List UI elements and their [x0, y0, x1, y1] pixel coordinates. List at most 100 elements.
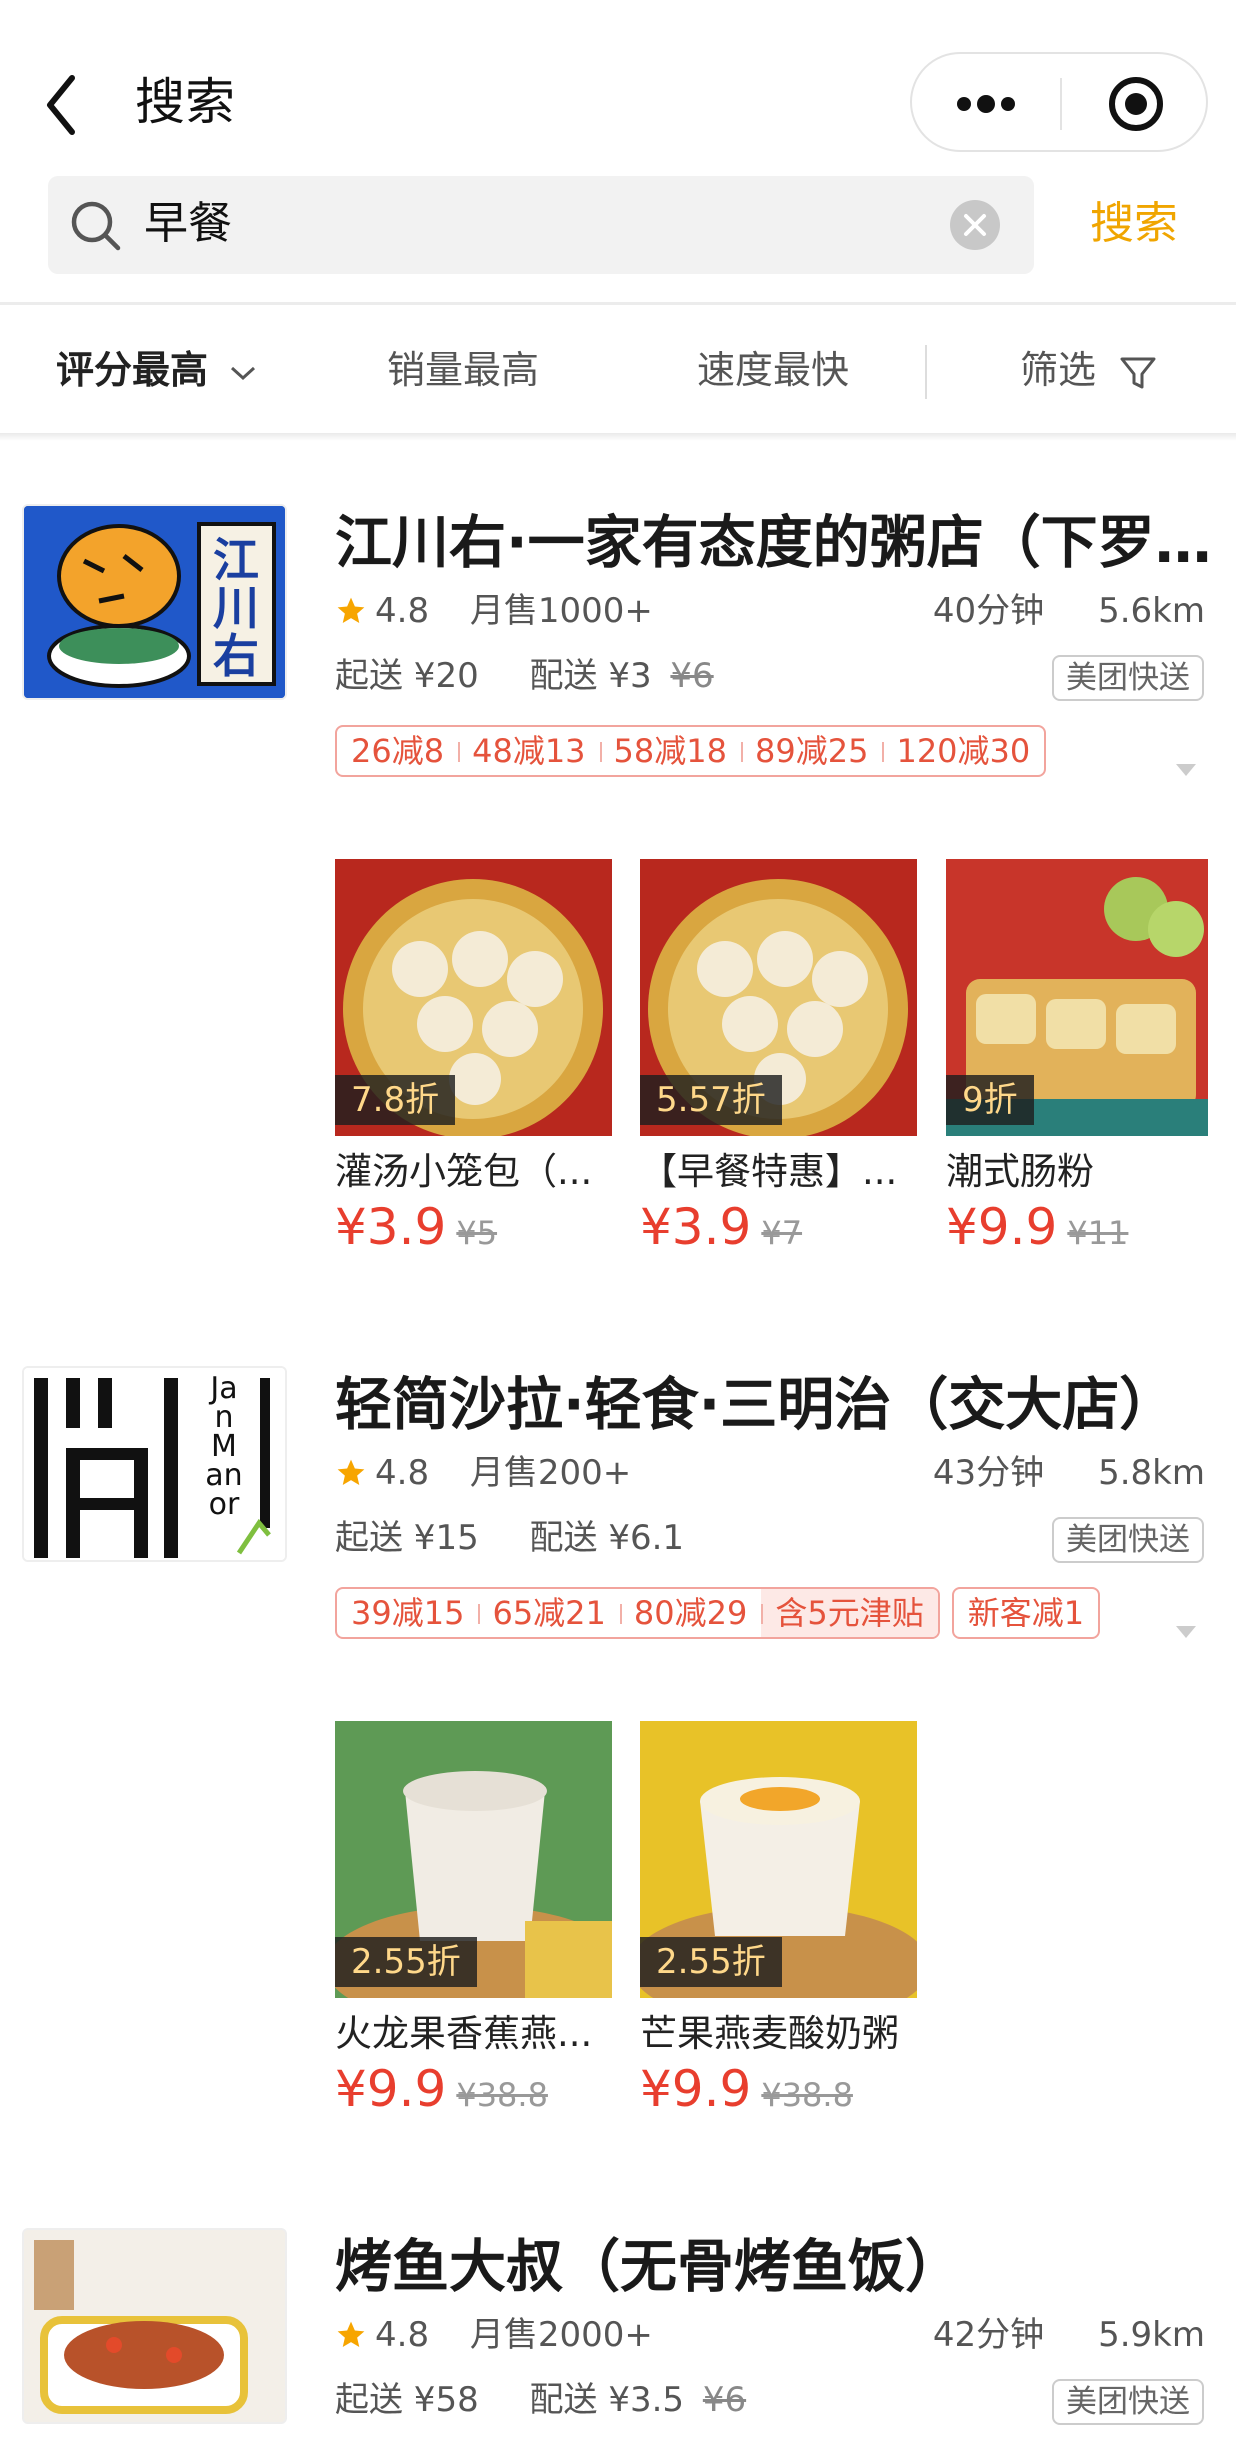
distance: 5.6km [1098, 591, 1205, 631]
shop-logo[interactable] [22, 2228, 287, 2424]
star-icon [337, 1459, 365, 1485]
delivery-time: 42分钟 [932, 2315, 1045, 2355]
discount-badge: 5.57折 [640, 1075, 782, 1125]
delivery-fee: 配送 ¥3 [529, 656, 652, 696]
promo-row[interactable]: 39减15 65减21 80减29 含5元津贴 新客减1 [335, 1587, 1101, 1639]
shop-rating: 4.8 [375, 2315, 430, 2355]
back-arrow-icon[interactable] [40, 70, 100, 140]
shop-rating: 4.8 [375, 591, 430, 631]
more-dots-icon[interactable] [952, 84, 1020, 124]
distance: 5.8km [1098, 1453, 1205, 1493]
promo-item: 58减18 [599, 727, 741, 775]
meituan-express-tag: 美团快送 [1052, 655, 1204, 701]
promo-box: 26减8 48减13 58减18 89减25 120减30 [335, 725, 1047, 777]
promo-item: 26减8 [351, 732, 445, 770]
delivery-time: 43分钟 [932, 1453, 1045, 1493]
filter-label: 筛选 [1020, 348, 1097, 392]
delivery-fee-original: ¥6 [702, 2380, 747, 2420]
discount-badge: 9折 [946, 1075, 1034, 1125]
dish-name: 【早餐特惠】... [640, 1150, 898, 1193]
search-icon [68, 198, 124, 254]
dish-price: ¥3.9 [640, 1198, 752, 1256]
dish-original-price: ¥38.8 [761, 2076, 853, 2114]
target-icon[interactable] [1108, 76, 1164, 132]
dish-name: 潮式肠粉 [946, 1150, 1094, 1193]
promo-box: 新客减1 [951, 1587, 1101, 1639]
min-order: 起送 ¥20 [335, 656, 479, 696]
sort-bar-shadow [0, 433, 1236, 441]
shop-rating: 4.8 [375, 1453, 430, 1493]
dish-name: 芒果燕麦酸奶粥 [640, 2012, 899, 2055]
dish-price-row: ¥9.9 ¥11 [946, 1197, 1128, 1257]
promo-item: 80减29 [619, 1589, 761, 1637]
sort-rating-tab[interactable]: 评分最高 [56, 345, 257, 395]
shop-stats: 4.8 月售2000+ 42分钟 5.9km [335, 2312, 1205, 2358]
meituan-express-tag: 美团快送 [1052, 2379, 1204, 2425]
dish-price-row: ¥3.9 ¥7 [640, 1197, 802, 1257]
shop-logo-text: 江川右 [213, 533, 259, 683]
dish-name: 灌汤小笼包（... [335, 1150, 593, 1193]
dish-original-price: ¥11 [1067, 1214, 1129, 1252]
filter-tab[interactable]: 筛选 [1020, 345, 1158, 395]
dish-original-price: ¥38.8 [456, 2076, 548, 2114]
promo-new-customer: 新客减1 [967, 1594, 1085, 1632]
dish-price: ¥3.9 [335, 1198, 447, 1256]
discount-badge: 7.8折 [335, 1075, 456, 1125]
star-icon [337, 597, 365, 623]
discount-badge: 2.55折 [335, 1937, 477, 1987]
promo-item: 48减13 [458, 727, 599, 775]
star-icon [337, 2321, 365, 2347]
delivery-fee-original: ¥6 [670, 656, 714, 696]
filter-funnel-icon [1120, 357, 1156, 388]
capsule-divider [1060, 78, 1062, 130]
sort-sales-tab[interactable]: 销量最高 [387, 345, 539, 395]
delivery-fee: 配送 ¥6.1 [529, 1518, 685, 1558]
promo-item: 120减30 [882, 727, 1044, 775]
dish-price-row: ¥3.9 ¥5 [335, 1197, 497, 1257]
shop-stats: 4.8 月售1000+ 40分钟 5.6km [335, 588, 1205, 634]
sort-bar: 评分最高 销量最高 速度最快 筛选 [0, 305, 1236, 433]
dish-name: 火龙果香蕉燕... [335, 2012, 593, 2055]
promo-item: 39减15 [351, 1594, 465, 1632]
promo-subsidy: 含5元津贴 [761, 1589, 938, 1637]
sort-rating-label: 评分最高 [56, 348, 209, 392]
sort-speed-tab[interactable]: 速度最快 [697, 345, 849, 395]
min-order: 起送 ¥15 [335, 1518, 479, 1558]
shop-logo[interactable]: 江川右 [22, 504, 287, 700]
shop-monthly-sales: 月售1000+ [469, 591, 653, 631]
shop-name[interactable]: 烤鱼大叔（无骨烤鱼饭） [335, 2232, 1215, 2302]
shop-stats: 4.8 月售200+ 43分钟 5.8km [335, 1450, 1205, 1496]
chevron-down-icon [231, 366, 256, 380]
search-query[interactable]: 早餐 [144, 196, 232, 252]
expand-caret-icon[interactable] [1174, 1624, 1198, 1640]
dish-price: ¥9.9 [335, 2060, 447, 2118]
search-button[interactable]: 搜索 [1090, 196, 1178, 252]
shop-logo[interactable]: Jan Manor [22, 1366, 287, 1562]
dish-price-row: ¥9.9 ¥38.8 [335, 2059, 548, 2119]
min-order: 起送 ¥58 [335, 2380, 479, 2420]
distance: 5.9km [1098, 2315, 1205, 2355]
shop-monthly-sales: 月售2000+ [469, 2315, 653, 2355]
shop-logo-text: Jan Manor [205, 1371, 243, 1522]
dish-original-price: ¥7 [761, 1214, 803, 1252]
top-bar: 搜索 [0, 0, 1236, 160]
shop-card[interactable]: Jan Manor 轻简沙拉·轻食·三明治（交大店） 4.8 月售200+ 43… [0, 1362, 1236, 2142]
shop-name[interactable]: 轻简沙拉·轻食·三明治（交大店） [335, 1370, 1215, 1440]
promo-item: 89减25 [741, 727, 882, 775]
shop-name[interactable]: 江川右·一家有态度的粥店（下罗... [335, 508, 1215, 578]
shop-card[interactable]: 烤鱼大叔（无骨烤鱼饭） 4.8 月售2000+ 42分钟 5.9km 起送 ¥58… [0, 2224, 1236, 2449]
dish-price: ¥9.9 [640, 2060, 752, 2118]
shop-card[interactable]: 江川右 江川右·一家有态度的粥店（下罗... 4.8 月售1000+ 40分钟 5… [0, 500, 1236, 1280]
shop-monthly-sales: 月售200+ [469, 1453, 632, 1493]
discount-badge: 2.55折 [640, 1937, 782, 1987]
delivery-fee: 配送 ¥3.5 [529, 2380, 685, 2420]
promo-item: 65减21 [478, 1589, 619, 1637]
delivery-time: 40分钟 [932, 591, 1045, 631]
search-input[interactable]: 早餐 [48, 176, 1034, 274]
promo-row[interactable]: 26减8 48减13 58减18 89减25 120减30 [335, 725, 1047, 777]
page-title: 搜索 [135, 73, 235, 131]
dish-price-row: ¥9.9 ¥38.8 [640, 2059, 853, 2119]
expand-caret-icon[interactable] [1174, 762, 1198, 778]
clear-icon[interactable] [950, 200, 1000, 250]
meituan-express-tag: 美团快送 [1052, 1517, 1204, 1563]
